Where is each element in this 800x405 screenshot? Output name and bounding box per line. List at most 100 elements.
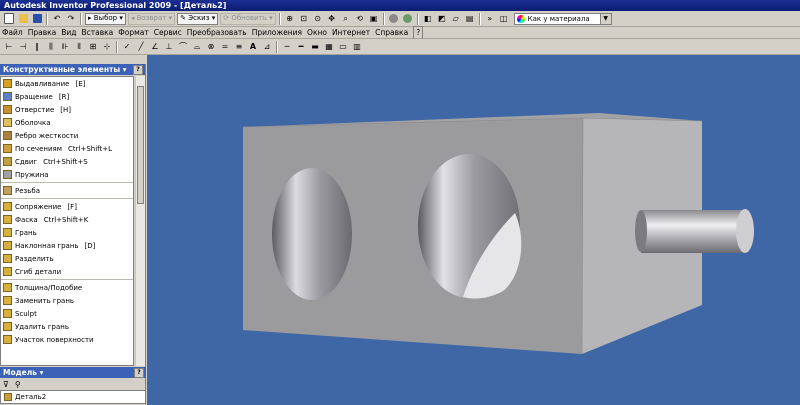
model-tree-root[interactable]: Деталь2: [0, 390, 146, 404]
fix-icon[interactable]: ⊗: [205, 41, 217, 53]
feature-rib[interactable]: Ребро жесткости: [1, 129, 133, 142]
menu-edit[interactable]: Правка: [28, 27, 57, 39]
shaded-display-icon[interactable]: [388, 13, 400, 25]
redo-icon[interactable]: ↷: [65, 13, 77, 25]
help-icon[interactable]: ?: [134, 368, 144, 378]
loft-icon: [3, 144, 12, 153]
feature-split[interactable]: Разделить: [1, 252, 133, 265]
check-icon[interactable]: ✓: [121, 41, 133, 53]
feature-face[interactable]: Грань: [1, 226, 133, 239]
tangent-icon[interactable]: ⌓: [191, 41, 203, 53]
perspective-icon[interactable]: ▤: [464, 13, 476, 25]
camera-icon[interactable]: ▱: [450, 13, 462, 25]
line-color-icon[interactable]: ▬: [309, 41, 321, 53]
feature-revolve[interactable]: Вращение [R]: [1, 90, 133, 103]
scrollbar-thumb[interactable]: [137, 86, 144, 204]
parallel-icon[interactable]: ∥: [31, 41, 43, 53]
graphics-viewport[interactable]: [147, 55, 800, 405]
chevron-down-icon[interactable]: ▼: [599, 13, 611, 24]
select-dropdown[interactable]: ▸ Выбор ▾: [85, 12, 126, 25]
feature-bend-part[interactable]: Сгиб детали: [1, 265, 133, 278]
feature-thread[interactable]: Резьба: [1, 184, 133, 197]
table-icon[interactable]: ▦: [323, 41, 335, 53]
feature-loft[interactable]: По сечениям Ctrl+Shift+L: [1, 142, 133, 155]
mirror-icon[interactable]: ⫴: [73, 41, 85, 53]
menu-help[interactable]: Справка: [375, 27, 408, 39]
feature-shell[interactable]: Оболочка: [1, 116, 133, 129]
text-icon[interactable]: A: [247, 41, 259, 53]
features-panel-header[interactable]: Конструктивные элементы ▾ ?: [0, 64, 145, 75]
menu-insert[interactable]: Вставка: [82, 27, 114, 39]
menu-tools[interactable]: Сервис: [154, 27, 182, 39]
toolbar-separator: [116, 40, 118, 53]
menu-internet[interactable]: Интернет: [332, 27, 370, 39]
feature-boundary-patch[interactable]: Участок поверхности: [1, 333, 133, 346]
vertical-constraint-icon[interactable]: ⊣: [17, 41, 29, 53]
line-weight-icon[interactable]: ━: [295, 41, 307, 53]
forward-icon[interactable]: »: [484, 13, 496, 25]
undo-icon[interactable]: ↶: [51, 13, 63, 25]
new-file-icon[interactable]: [3, 13, 15, 25]
help-icon[interactable]: ?: [133, 65, 143, 75]
menu-applications[interactable]: Приложения: [252, 27, 302, 39]
feature-extrude[interactable]: Выдавливание [E]: [1, 77, 133, 90]
zoom-window-icon[interactable]: ⊡: [298, 13, 310, 25]
feature-replace-face[interactable]: Заменить грань: [1, 294, 133, 307]
look-at-icon[interactable]: ▣: [368, 13, 380, 25]
line-icon[interactable]: ╱: [135, 41, 147, 53]
align-icon[interactable]: ⫼: [45, 41, 57, 53]
sketch-button[interactable]: ✎ Эскиз ▾: [177, 12, 219, 25]
feature-coil[interactable]: Пружина: [1, 168, 133, 181]
zoom-icon[interactable]: ⊙: [312, 13, 324, 25]
feature-hole[interactable]: Отверстие [H]: [1, 103, 133, 116]
zoom-all-icon[interactable]: ⊕: [284, 13, 296, 25]
open-folder-icon[interactable]: [17, 13, 29, 25]
toolbar-separator: [80, 12, 82, 25]
feature-chamfer[interactable]: Фаска Ctrl+Shift+K: [1, 213, 133, 226]
hidden-edge-display-icon[interactable]: [402, 13, 414, 25]
feature-sculpt[interactable]: Sculpt: [1, 307, 133, 320]
features-scrollbar[interactable]: [135, 76, 145, 366]
menu-file[interactable]: Файл: [2, 27, 23, 39]
toolbar-separator: [416, 12, 419, 25]
menu-view[interactable]: Вид: [61, 27, 76, 39]
pan-icon[interactable]: ✥: [326, 13, 338, 25]
model-panel-header[interactable]: Модель ▾ ?: [0, 367, 146, 378]
feature-face-draft[interactable]: Наклонная грань [D]: [1, 239, 133, 252]
feature-thicken[interactable]: Толщина/Подобие: [1, 281, 133, 294]
angle-icon[interactable]: ∠: [149, 41, 161, 53]
layer-icon[interactable]: ▭: [337, 41, 349, 53]
find-icon[interactable]: ⚲: [15, 380, 21, 389]
coincident-icon[interactable]: ⊹: [101, 41, 113, 53]
perpendicular-icon[interactable]: ⊥: [163, 41, 175, 53]
horizontal-constraint-icon[interactable]: ⊢: [3, 41, 15, 53]
grid-icon[interactable]: ⊞: [87, 41, 99, 53]
return-button[interactable]: ◂ Возврат ▾: [127, 12, 176, 25]
menu-window[interactable]: Окно: [307, 27, 327, 39]
part-3d-view: [242, 113, 754, 355]
toolbar-separator: [46, 12, 48, 25]
symmetric-icon[interactable]: ≡: [233, 41, 245, 53]
update-button[interactable]: ⟳ Обновить ▾: [220, 12, 276, 25]
rotate-icon[interactable]: ⟲: [354, 13, 366, 25]
save-icon[interactable]: [31, 13, 43, 25]
feature-label: Пружина: [15, 170, 49, 179]
dimension-icon[interactable]: ⊿: [261, 41, 273, 53]
equal-icon[interactable]: =: [219, 41, 231, 53]
material-dropdown[interactable]: Как у материала ▼: [513, 12, 612, 25]
arc-icon[interactable]: ⌒: [177, 41, 189, 53]
feature-delete-face[interactable]: Удалить грань: [1, 320, 133, 333]
shadow-icon[interactable]: ◩: [436, 13, 448, 25]
feature-sweep[interactable]: Сдвиг Ctrl+Shift+S: [1, 155, 133, 168]
properties-icon[interactable]: ▥: [351, 41, 363, 53]
line-style-icon[interactable]: ─: [281, 41, 293, 53]
design-doctor-icon[interactable]: ◫: [498, 13, 510, 25]
menu-format[interactable]: Формат: [118, 27, 148, 39]
zoom-selected-icon[interactable]: ⌕: [340, 13, 352, 25]
display-mode-icon[interactable]: ◧: [422, 13, 434, 25]
menu-convert[interactable]: Преобразовать: [187, 27, 247, 39]
help-icon[interactable]: ?: [413, 25, 424, 40]
distribute-icon[interactable]: ⊪: [59, 41, 71, 53]
feature-fillet[interactable]: Сопряжение [F]: [1, 200, 133, 213]
filter-icon[interactable]: ⊽: [3, 380, 9, 389]
